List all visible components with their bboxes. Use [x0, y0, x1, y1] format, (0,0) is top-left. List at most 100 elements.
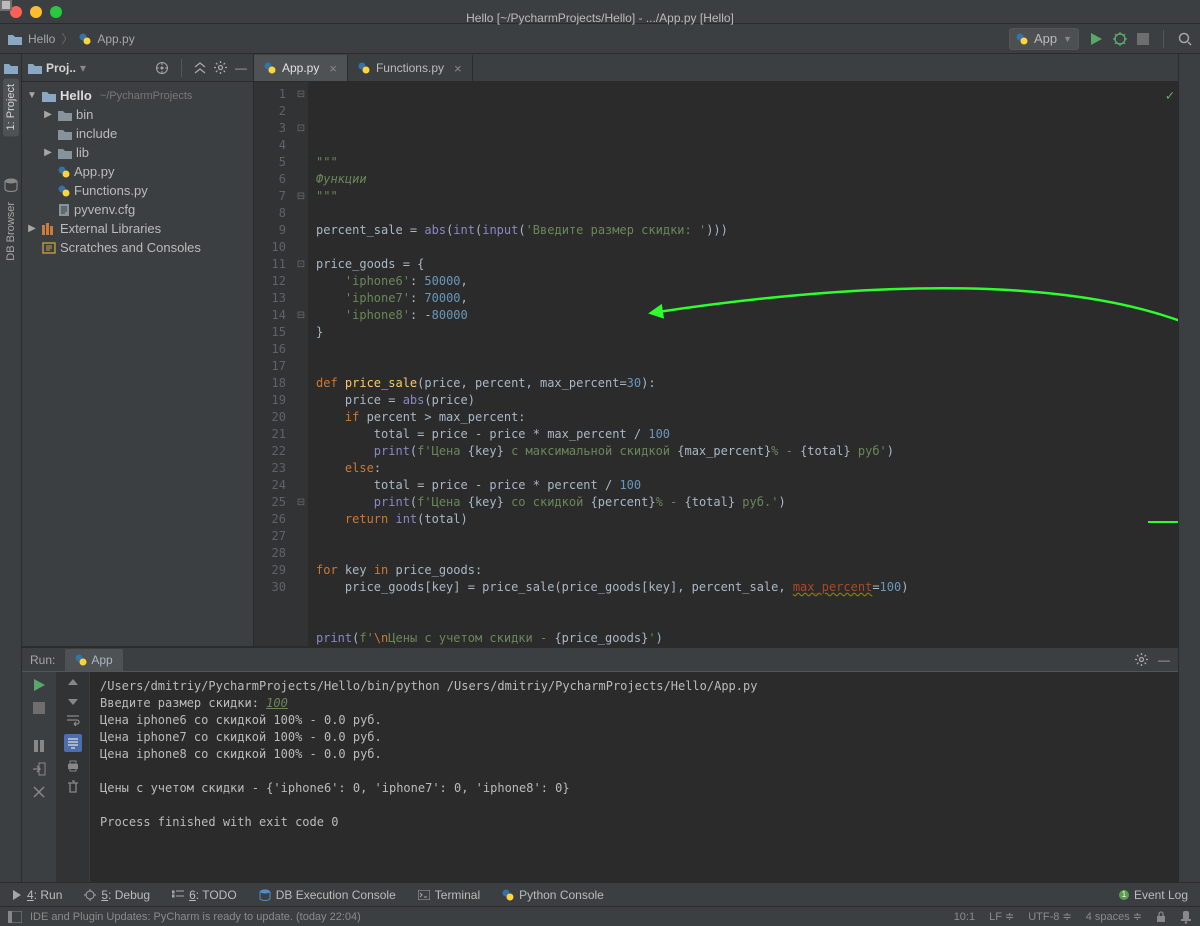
up-stack-icon[interactable] — [67, 678, 79, 688]
project-tool-tab[interactable]: 1: Project — [3, 78, 19, 136]
exit-button[interactable] — [32, 762, 46, 776]
run-header: Run: App — — [22, 648, 1178, 672]
line-separator[interactable]: LF ≑ — [989, 910, 1014, 923]
close-tab-icon[interactable]: × — [329, 61, 337, 76]
scroll-from-source-icon[interactable] — [155, 61, 169, 75]
python-file-icon — [264, 62, 276, 74]
breadcrumb-file[interactable]: App.py — [97, 32, 134, 46]
gear-icon[interactable] — [1135, 653, 1148, 667]
hide-pane-icon[interactable]: — — [235, 61, 247, 75]
navigation-bar: Hello 〉 App.py App ▼ — [0, 24, 1200, 54]
python-console-tool-button[interactable]: Python Console — [502, 888, 604, 902]
editor-tabs: App.py × Functions.py × — [254, 54, 1178, 82]
editor-tab[interactable]: Functions.py × — [348, 55, 473, 81]
run-tab[interactable]: App — [65, 649, 122, 671]
scratch-icon — [42, 242, 56, 254]
tree-root[interactable]: ▼ Hello ~/PycharmProjects — [22, 86, 253, 105]
tree-item[interactable]: App.py — [22, 162, 253, 181]
caret-position[interactable]: 10:1 — [954, 911, 975, 923]
soft-wrap-icon[interactable] — [66, 714, 80, 726]
tree-external-libraries[interactable]: ▶External Libraries — [22, 219, 253, 238]
python-file-icon — [358, 62, 370, 74]
debug-button[interactable] — [1113, 32, 1127, 46]
readonly-lock-icon[interactable] — [1156, 911, 1166, 923]
indent-settings[interactable]: 4 spaces ≑ — [1086, 910, 1142, 923]
breadcrumbs[interactable]: Hello 〉 App.py — [8, 30, 135, 47]
python-file-icon — [58, 185, 70, 197]
editor-tab-label: Functions.py — [376, 61, 444, 75]
breadcrumb-separator: 〉 — [61, 30, 73, 47]
close-tab-icon[interactable]: × — [454, 61, 462, 76]
inspection-ok-icon[interactable]: ✓ — [1166, 88, 1174, 105]
left-tool-gutter: 1: Project DB Browser — [0, 54, 22, 882]
code-editor[interactable]: 1234567891011121314151617181920212223242… — [254, 82, 1178, 646]
tree-item[interactable]: include — [22, 124, 253, 143]
fold-gutter[interactable]: ⊟⊡⊟⊡⊟⊟ — [294, 82, 308, 646]
hide-pane-icon[interactable]: — — [1158, 653, 1170, 667]
down-stack-icon[interactable] — [67, 696, 79, 706]
line-number-gutter: 1234567891011121314151617181920212223242… — [254, 82, 294, 646]
gear-icon[interactable] — [214, 61, 227, 74]
python-file-icon — [58, 166, 70, 178]
project-tool-icon[interactable] — [4, 62, 18, 74]
status-message[interactable]: IDE and Plugin Updates: PyCharm is ready… — [30, 911, 361, 923]
window-title: Hello [~/PycharmProjects/Hello] - .../Ap… — [0, 0, 1200, 25]
rerun-button[interactable] — [32, 678, 46, 692]
pause-button[interactable] — [33, 740, 45, 752]
editor-tab[interactable]: App.py × — [254, 55, 348, 81]
run-config-label: App — [1034, 31, 1057, 46]
project-pane-title[interactable]: Proj.. — [46, 61, 76, 75]
notification-icon[interactable] — [1180, 910, 1192, 924]
maximize-window-button[interactable] — [50, 6, 62, 18]
stop-button[interactable] — [33, 702, 45, 714]
close-window-button[interactable] — [10, 6, 22, 18]
trash-icon[interactable] — [67, 780, 79, 794]
library-icon — [42, 223, 56, 235]
minimize-window-button[interactable] — [30, 6, 42, 18]
tree-scratches[interactable]: Scratches and Consoles — [22, 238, 253, 257]
folder-icon — [28, 62, 42, 74]
console-output[interactable]: /Users/dmitriy/PycharmProjects/Hello/bin… — [90, 672, 1178, 882]
run-button[interactable] — [1089, 32, 1103, 46]
project-tree[interactable]: ▼ Hello ~/PycharmProjects ▶bin include ▶… — [22, 82, 253, 646]
scroll-to-end-icon[interactable] — [64, 734, 82, 752]
chevron-down-icon: ▼ — [1063, 34, 1072, 44]
tree-item[interactable]: ▶lib — [22, 143, 253, 162]
folder-icon — [8, 33, 22, 45]
folder-icon — [58, 109, 72, 121]
folder-icon — [58, 147, 72, 159]
print-icon[interactable] — [66, 760, 80, 772]
python-icon — [1016, 33, 1028, 45]
stop-button[interactable] — [1137, 33, 1149, 45]
project-pane-header: Proj.. ▾ — — [22, 54, 253, 82]
python-file-icon — [79, 33, 91, 45]
toggle-tool-windows-icon[interactable] — [8, 911, 22, 923]
tree-item[interactable]: Functions.py — [22, 181, 253, 200]
text-file-icon — [58, 204, 70, 216]
breadcrumb-project[interactable]: Hello — [28, 32, 55, 46]
tree-item[interactable]: ▶bin — [22, 105, 253, 124]
collapse-all-icon[interactable] — [194, 62, 206, 74]
status-bar: IDE and Plugin Updates: PyCharm is ready… — [0, 906, 1200, 926]
db-tool-icon[interactable] — [4, 178, 18, 192]
db-browser-tool-tab[interactable]: DB Browser — [3, 196, 19, 267]
python-icon — [75, 654, 87, 666]
window-controls — [0, 6, 62, 18]
run-config-selector[interactable]: App ▼ — [1009, 28, 1079, 50]
db-console-tool-button[interactable]: DB Execution Console — [259, 888, 396, 902]
close-button[interactable] — [33, 786, 45, 798]
debug-tool-button[interactable]: 5: Debug — [84, 888, 150, 902]
run-tool-window: Run: App — — [22, 647, 1178, 882]
file-encoding[interactable]: UTF-8 ≑ — [1028, 910, 1071, 923]
run-label: Run: — [30, 653, 55, 667]
terminal-tool-button[interactable]: Terminal — [418, 888, 480, 902]
event-log-button[interactable]: 1Event Log — [1119, 888, 1188, 902]
tree-item[interactable]: pyvenv.cfg — [22, 200, 253, 219]
run-tool-button[interactable]: 44: Run: Run — [12, 888, 62, 902]
search-button[interactable] — [1178, 32, 1192, 46]
titlebar: Hello [~/PycharmProjects/Hello] - .../Ap… — [0, 0, 1200, 24]
run-tab-label: App — [91, 653, 112, 667]
code-area[interactable]: ✓ """Функции""" percent_sale = abs(int(i… — [308, 82, 1178, 646]
todo-tool-button[interactable]: 6: TODO — [172, 888, 237, 902]
chevron-down-icon[interactable]: ▾ — [80, 61, 86, 75]
